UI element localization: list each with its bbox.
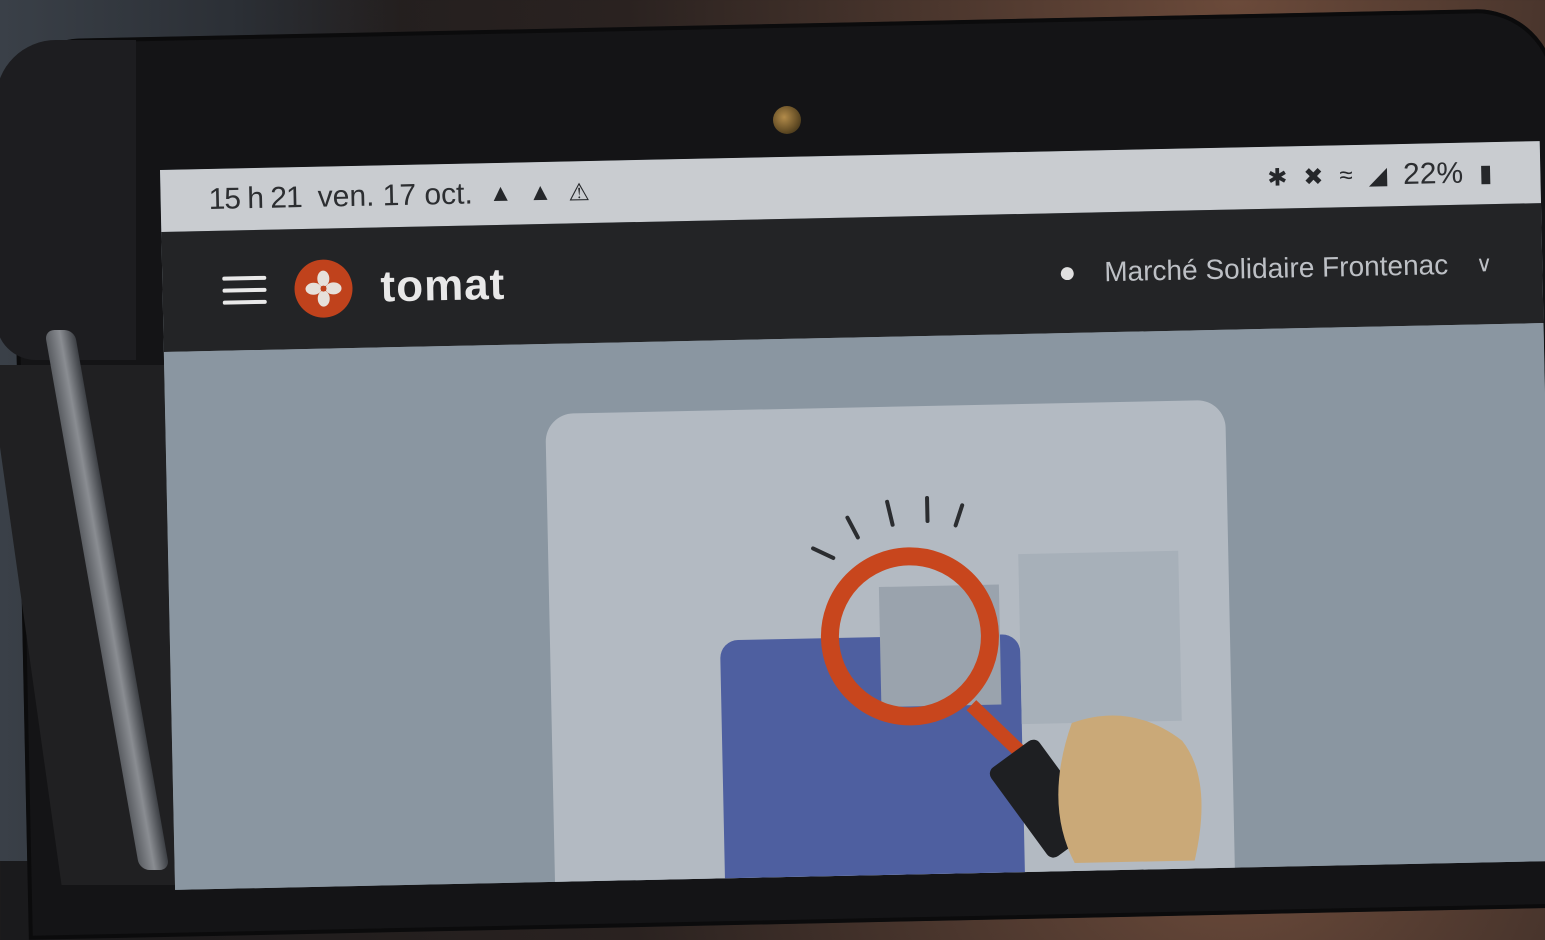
bluetooth-icon: ✱ xyxy=(1267,163,1288,192)
status-date: ven. 17 oct. xyxy=(317,177,473,214)
tablet-bumper xyxy=(0,40,136,360)
wifi-icon: ≈ xyxy=(1339,162,1353,190)
tablet-screen: 15 h 21 ven. 17 oct. ▲ ▲ ⚠ ✱ ✖ ≈ ◢ 22% ▮ xyxy=(160,141,1545,890)
front-camera xyxy=(773,106,801,134)
app-logo-text: tomat xyxy=(380,260,506,313)
hamburger-menu-icon[interactable] xyxy=(222,276,267,305)
notification-icon: ▲ xyxy=(488,180,512,208)
battery-percent: 22% xyxy=(1403,157,1464,192)
warning-icon: ⚠ xyxy=(568,178,590,207)
spark-lines xyxy=(812,497,963,558)
search-illustration xyxy=(545,400,1237,890)
tomat-logo-icon xyxy=(294,259,353,318)
battery-icon: ▮ xyxy=(1479,159,1493,188)
user-icon: ● xyxy=(1058,256,1077,290)
app-header-left: tomat xyxy=(222,256,506,320)
status-right: ✱ ✖ ≈ ◢ 22% ▮ xyxy=(1267,156,1493,195)
organization-name: Marché Solidaire Frontenac xyxy=(1104,249,1449,288)
status-left: 15 h 21 ven. 17 oct. ▲ ▲ ⚠ xyxy=(208,175,590,217)
chevron-down-icon: ∨ xyxy=(1476,251,1493,277)
notification-icon: ▲ xyxy=(528,179,552,207)
organization-selector[interactable]: ● Marché Solidaire Frontenac ∨ xyxy=(1058,247,1493,290)
building-shape xyxy=(1018,551,1182,724)
signal-icon: ◢ xyxy=(1368,161,1387,190)
hand-shape xyxy=(1057,714,1203,864)
main-content xyxy=(164,323,1545,890)
illustration-card xyxy=(545,400,1237,890)
status-time: 15 h 21 xyxy=(208,181,302,217)
mute-icon: ✖ xyxy=(1303,162,1324,191)
